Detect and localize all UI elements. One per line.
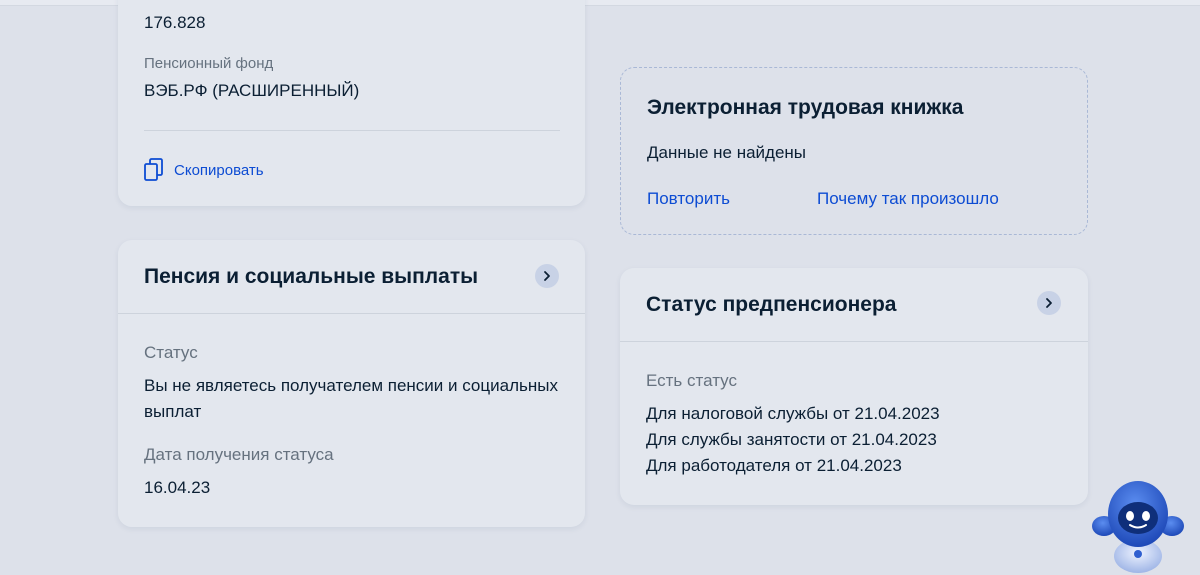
pension-card: Пенсия и социальные выплаты Статус Вы не… (118, 240, 585, 527)
work-book-message: Данные не найдены (647, 143, 807, 162)
account-number: 176.828 (144, 13, 206, 32)
status-date-value: 16.04.23 (144, 478, 211, 497)
retry-link[interactable]: Повторить (647, 189, 730, 209)
prepension-card-title[interactable]: Статус предпенсионера (646, 293, 896, 317)
chevron-right-icon (1046, 298, 1052, 308)
pension-account-card: 176.828 Пенсионный фонд ВЭБ.РФ (РАСШИРЕН… (118, 0, 585, 206)
why-link[interactable]: Почему так произошло (817, 189, 999, 209)
prepension-line: Для налоговой службы от 21.04.2023 (646, 404, 940, 423)
status-value: Вы не являетесь получателем пенсии и соц… (144, 376, 558, 421)
prepension-line: Для работодателя от 21.04.2023 (646, 456, 902, 475)
pension-card-title[interactable]: Пенсия и социальные выплаты (144, 265, 478, 289)
pension-fund-label: Пенсионный фонд (144, 55, 274, 72)
robot-assistant-icon[interactable] (1090, 478, 1186, 575)
work-book-title: Электронная трудовая книжка (647, 96, 964, 119)
status-date-label: Дата получения статуса (144, 445, 334, 464)
copy-icon (144, 158, 163, 181)
pension-card-divider (118, 313, 585, 314)
pension-fund-value: ВЭБ.РФ (РАСШИРЕННЫЙ) (144, 81, 360, 100)
prepension-card: Статус предпенсионера Есть статус Для на… (620, 268, 1088, 505)
prepension-card-divider (620, 341, 1088, 342)
prepension-status-label: Есть статус (646, 371, 737, 390)
prepension-card-chevron[interactable] (1037, 291, 1061, 315)
pension-card-chevron[interactable] (535, 264, 559, 288)
copy-label: Скопировать (174, 161, 264, 179)
status-label: Статус (144, 343, 198, 362)
copy-button[interactable]: Скопировать (144, 158, 264, 182)
chevron-right-icon (544, 271, 550, 281)
work-book-card: Электронная трудовая книжка Данные не на… (620, 67, 1088, 235)
prepension-line: Для службы занятости от 21.04.2023 (646, 430, 937, 449)
card-divider (144, 130, 560, 131)
